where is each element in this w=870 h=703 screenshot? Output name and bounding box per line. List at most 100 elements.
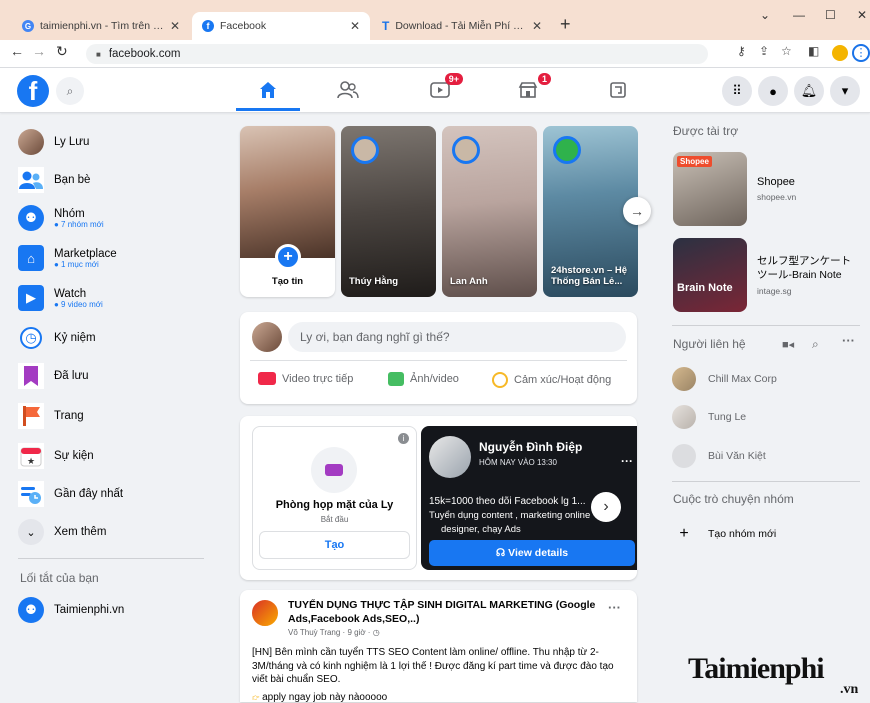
gaming-icon bbox=[610, 82, 626, 98]
video-call-icon[interactable]: ■◂ bbox=[782, 338, 794, 351]
sidebar-item-saved[interactable]: Đã lưu bbox=[18, 360, 89, 392]
sidebar-item-see-more[interactable]: ⌄ Xem thêm bbox=[18, 516, 106, 548]
new-tab-button[interactable]: + bbox=[560, 14, 571, 35]
story-create[interactable]: + Tạo tin bbox=[240, 126, 335, 297]
notifications-button[interactable]: 🔔︎ bbox=[794, 76, 824, 106]
create-group-button[interactable]: + Tạo nhóm mới bbox=[672, 518, 776, 550]
menu-button[interactable]: ⠿ bbox=[722, 76, 752, 106]
sidebar-item-groups[interactable]: ⚉ Nhóm ● 7 nhóm mới bbox=[18, 202, 104, 234]
sponsored-title: Được tài trợ bbox=[673, 124, 739, 138]
sidepanel-icon[interactable]: ◧ bbox=[808, 44, 819, 58]
bookmark-icon[interactable]: ☆ bbox=[781, 44, 792, 58]
account-button[interactable]: ▾ bbox=[830, 76, 860, 106]
share-icon[interactable]: ⇪ bbox=[759, 44, 769, 58]
home-icon bbox=[260, 82, 276, 98]
headset-icon: ☊ bbox=[495, 547, 509, 559]
ad-image-shopee[interactable]: Shopee bbox=[673, 152, 747, 226]
nav-marketplace[interactable]: 1 bbox=[508, 73, 551, 104]
nav-friends[interactable] bbox=[328, 76, 368, 104]
friends-icon bbox=[18, 167, 44, 193]
divider bbox=[672, 481, 860, 482]
tab-search-icon[interactable]: ⌄ bbox=[760, 8, 770, 22]
browser-tab-google[interactable]: G taimienphi.vn - Tìm trên Google ✕ bbox=[12, 12, 190, 40]
more-icon[interactable]: ··· bbox=[842, 333, 855, 348]
sidebar-item-events[interactable]: ★ Sự kiện bbox=[18, 440, 94, 472]
composer-card: Ly ơi, bạn đang nghĩ gì thế? Video trực … bbox=[240, 312, 637, 404]
marketplace-icon bbox=[518, 82, 538, 98]
room-subtitle: Bắt đầu bbox=[320, 515, 349, 524]
facebook-logo[interactable]: f bbox=[17, 75, 49, 107]
nav-active-indicator bbox=[236, 108, 300, 111]
contact-item[interactable]: Bùi Văn Kiệt bbox=[672, 440, 766, 472]
ad-image-brain-note[interactable]: Brain Note bbox=[673, 238, 747, 312]
contact-item[interactable]: Chill Max Corp bbox=[672, 363, 777, 395]
browser-tab-facebook[interactable]: f Facebook ✕ bbox=[192, 12, 370, 40]
rooms-card: i Phòng họp mặt của Ly Bắt đầu Tạo Nguyễ… bbox=[240, 416, 637, 580]
view-details-button[interactable]: ☊ View details bbox=[429, 540, 635, 566]
sidebar-item-shortcut[interactable]: ⚉ Taimienphi.vn bbox=[18, 594, 124, 626]
nav-gaming[interactable] bbox=[598, 76, 638, 104]
sidebar-item-memories[interactable]: ◷ Kỷ niệm bbox=[18, 322, 96, 354]
minimize-icon[interactable]: — bbox=[793, 8, 805, 22]
feeling-button[interactable]: Cảm xúc/Hoạt động bbox=[492, 372, 611, 388]
search-icon[interactable]: ⌕ bbox=[812, 337, 819, 352]
marketplace-icon: ⌂ bbox=[18, 245, 44, 271]
svg-text:★: ★ bbox=[27, 456, 35, 466]
url-field[interactable]: ■ facebook.com bbox=[86, 44, 708, 64]
close-icon[interactable]: ✕ bbox=[170, 19, 180, 33]
ad-name[interactable]: セルフ型アンケートツール-Brain Note bbox=[757, 254, 861, 282]
lock-icon: ■ bbox=[96, 49, 101, 59]
avatar bbox=[250, 598, 280, 628]
clock-icon: ◷ bbox=[20, 327, 42, 349]
window-close-icon[interactable]: ✕ bbox=[857, 8, 867, 22]
info-icon[interactable]: i bbox=[398, 433, 409, 444]
nav-watch[interactable]: 9+ bbox=[420, 73, 463, 104]
create-room-button[interactable]: Tạo bbox=[259, 531, 410, 559]
photo-video-button[interactable]: Ảnh/video bbox=[388, 372, 459, 386]
menu-icon[interactable]: ⋮ bbox=[852, 44, 870, 62]
forward-icon[interactable]: → bbox=[32, 43, 46, 59]
post-more-button[interactable]: ··· bbox=[608, 600, 621, 615]
google-icon: G bbox=[22, 20, 34, 32]
sidebar-item-friends[interactable]: Bạn bè bbox=[18, 164, 90, 196]
sidebar-item-marketplace[interactable]: ⌂ Marketplace ● 1 mục mới bbox=[18, 242, 117, 274]
live-video-button[interactable]: Video trực tiếp bbox=[258, 372, 353, 385]
avatar bbox=[18, 129, 44, 155]
sidebar-item-recent[interactable]: Gần đây nhất bbox=[18, 478, 123, 510]
search-button[interactable]: ⌕ bbox=[56, 77, 84, 105]
post-title[interactable]: TUYỂN DỤNG THỰC TẬP SINH DIGITAL MARKETI… bbox=[288, 598, 606, 626]
avatar bbox=[553, 136, 581, 164]
maximize-icon[interactable]: ☐ bbox=[825, 8, 836, 22]
promo-next-button[interactable]: › bbox=[591, 492, 621, 522]
room-icon bbox=[311, 447, 357, 493]
story-item[interactable]: Thúy Hằng bbox=[341, 126, 436, 297]
avatar bbox=[351, 136, 379, 164]
reload-icon[interactable]: ↻ bbox=[56, 43, 68, 60]
sidebar-item-profile[interactable]: Ly Lưu bbox=[18, 126, 89, 158]
contact-item[interactable]: Tung Le bbox=[672, 401, 746, 433]
composer-input[interactable]: Ly ơi, bạn đang nghĩ gì thế? bbox=[288, 322, 626, 352]
live-video-icon bbox=[258, 372, 276, 385]
messenger-button[interactable]: ● bbox=[758, 76, 788, 106]
promo-panel[interactable]: Nguyễn Đình Điệp HÔM NAY VÀO 13:30 ··· 1… bbox=[421, 426, 637, 570]
messenger-icon: ● bbox=[769, 83, 777, 99]
back-icon[interactable]: ← bbox=[10, 43, 24, 59]
key-icon[interactable]: ⚷ bbox=[737, 44, 746, 58]
stories-next-button[interactable]: → bbox=[623, 197, 651, 225]
browser-tab-download[interactable]: T Download - Tải Miễn Phí VN - Ph ✕ bbox=[372, 12, 552, 40]
more-icon[interactable]: ··· bbox=[621, 454, 633, 468]
watermark-logo: Taimienphi bbox=[688, 652, 825, 685]
sidebar-item-watch[interactable]: ▶ Watch ● 9 video mới bbox=[18, 282, 103, 314]
group-chats-title: Cuộc trò chuyện nhóm bbox=[673, 492, 794, 506]
sidebar-item-pages[interactable]: Trang bbox=[18, 400, 84, 432]
ad-domain: intage.sg bbox=[757, 286, 792, 296]
ad-name[interactable]: Shopee bbox=[757, 176, 795, 188]
avatar bbox=[672, 367, 696, 391]
post-card: TUYỂN DỤNG THỰC TẬP SINH DIGITAL MARKETI… bbox=[240, 590, 637, 703]
story-item[interactable]: Lan Anh bbox=[442, 126, 537, 297]
close-icon[interactable]: ✕ bbox=[532, 19, 542, 33]
close-icon[interactable]: ✕ bbox=[350, 19, 360, 33]
nav-home[interactable] bbox=[248, 76, 288, 104]
divider bbox=[250, 360, 627, 361]
profile-icon[interactable] bbox=[832, 45, 848, 61]
